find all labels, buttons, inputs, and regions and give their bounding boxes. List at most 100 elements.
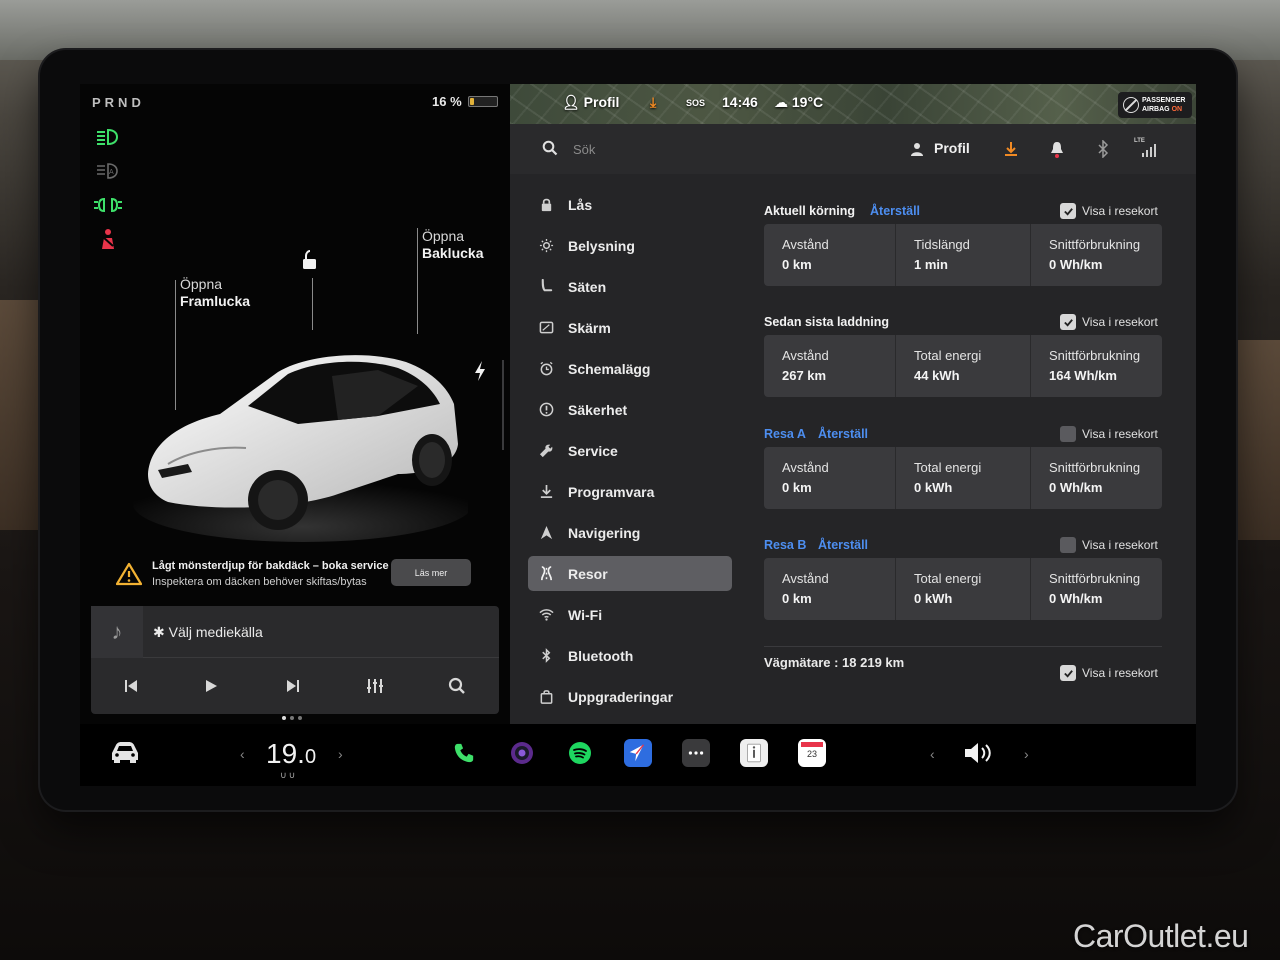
show-in-trip-card-checkbox[interactable] <box>1060 426 1076 442</box>
sos-indicator[interactable]: SOS <box>686 98 705 108</box>
previous-track-icon[interactable] <box>117 672 145 700</box>
nav-item-skärm[interactable]: Skärm <box>528 307 732 348</box>
odometer-divider <box>764 646 1162 647</box>
shopping-bag-icon <box>528 689 564 704</box>
nav-item-label: Wi-Fi <box>568 606 603 623</box>
nav-item-bluetooth[interactable]: Bluetooth <box>528 635 732 676</box>
odometer-show-toggle[interactable]: Visa i resekort <box>1060 665 1158 681</box>
nav-item-label: Service <box>568 442 618 459</box>
profile-button[interactable]: Profil <box>934 140 970 156</box>
nav-item-belysning[interactable]: Belysning <box>528 225 732 266</box>
stat-label: Tidslängd <box>914 237 970 252</box>
status-download-icon: ⤓ <box>650 94 657 110</box>
battery-icon <box>467 96 498 107</box>
touchscreen: PRND 16 % A Öppna Framlucka Öppna Bakluc… <box>80 84 1196 724</box>
unlock-icon[interactable] <box>300 250 320 270</box>
notification-bell-icon[interactable] <box>1046 138 1068 160</box>
reset-button[interactable]: Återställ <box>870 204 920 218</box>
trip-stat: Snittförbrukning 0 Wh/km <box>1031 224 1162 286</box>
section-current-drive: Aktuell körning Återställ Visa i resekort A… <box>764 203 1164 286</box>
stat-value: 0 km <box>782 480 812 495</box>
show-in-trip-card-toggle[interactable]: Visa i resekort <box>1060 426 1158 442</box>
trunk-open-label[interactable]: Öppna Baklucka <box>422 228 483 262</box>
phone-icon[interactable] <box>450 739 478 767</box>
next-track-icon[interactable] <box>279 672 307 700</box>
trip-stats-card: Avstånd 0 km Tidslängd 1 min Snittförbruknin… <box>764 224 1162 286</box>
calendar-day: 23 <box>806 749 817 759</box>
software-download-icon[interactable] <box>1000 138 1022 160</box>
bluetooth-status-icon[interactable] <box>1092 138 1114 160</box>
media-source-select[interactable]: ✱ Välj mediekälla <box>153 624 263 641</box>
media-search-icon[interactable] <box>443 672 471 700</box>
show-in-trip-card-checkbox[interactable] <box>1060 537 1076 553</box>
headlight-icon <box>94 126 122 148</box>
nav-item-wi-fi[interactable]: Wi-Fi <box>528 594 732 635</box>
reset-button[interactable]: Återställ <box>818 427 868 441</box>
person-icon: 👤︎ <box>562 94 580 110</box>
show-in-trip-card-toggle[interactable]: Visa i resekort <box>1060 537 1158 553</box>
music-note-icon: ♪ <box>91 606 143 658</box>
search-input[interactable]: Sök <box>573 142 595 157</box>
seat-heater-icon[interactable]: ∪∪ <box>280 770 297 781</box>
lock-icon <box>528 197 564 212</box>
alert-circle-icon <box>528 402 564 417</box>
stat-value: 0 Wh/km <box>1049 591 1103 606</box>
nav-item-uppgraderingar[interactable]: Uppgraderingar <box>528 676 732 717</box>
read-more-button[interactable]: Läs mer <box>391 559 471 586</box>
cabin-temperature[interactable]: 19.0 <box>266 738 316 770</box>
stat-value: 267 km <box>782 368 827 383</box>
wifi-icon <box>528 607 564 622</box>
charge-port-icon[interactable] <box>472 360 488 382</box>
nav-item-programvara[interactable]: Programvara <box>528 471 732 512</box>
volume-down-button[interactable]: ‹ <box>930 746 935 762</box>
show-in-trip-card-toggle[interactable]: Visa i resekort <box>1060 203 1158 219</box>
spotify-icon[interactable] <box>566 739 594 767</box>
section-header: Resa B Återställ Visa i resekort <box>764 537 1164 556</box>
download-icon <box>528 484 564 499</box>
panel-divider-handle[interactable] <box>502 360 504 450</box>
camera-icon[interactable] <box>508 739 536 767</box>
temperature-up-button[interactable]: › <box>338 746 343 762</box>
nav-item-service[interactable]: Service <box>528 430 732 471</box>
alert-title: Lågt mönsterdjup för bakdäck – boka serv… <box>152 560 389 572</box>
car-model-image <box>133 355 468 542</box>
show-in-trip-card-checkbox[interactable] <box>1060 203 1076 219</box>
nav-item-lås[interactable]: Lås <box>528 184 732 225</box>
nav-item-label: Navigering <box>568 524 641 541</box>
reset-button[interactable]: Återställ <box>818 538 868 552</box>
car-icon[interactable] <box>108 739 142 765</box>
equalizer-icon[interactable] <box>361 672 389 700</box>
volume-icon[interactable] <box>962 741 996 765</box>
odometer-checkbox[interactable] <box>1060 665 1076 681</box>
owners-manual-icon[interactable] <box>740 739 768 767</box>
media-source-row[interactable]: ♪ ✱ Välj mediekälla <box>91 606 499 658</box>
show-in-trip-card-checkbox[interactable] <box>1060 314 1076 330</box>
more-apps-icon[interactable] <box>682 739 710 767</box>
volume-up-button[interactable]: › <box>1024 746 1029 762</box>
trip-stat: Avstånd 0 km <box>764 447 896 509</box>
nav-item-säkerhet[interactable]: Säkerhet <box>528 389 732 430</box>
trip-stats-card: Avstånd 267 km Total energi 44 kWh Snittförb… <box>764 335 1162 397</box>
profile-icon[interactable] <box>906 138 928 160</box>
nav-item-navigering[interactable]: Navigering <box>528 512 732 553</box>
search-icon[interactable] <box>542 140 558 156</box>
section-trip-b: Resa B Återställ Visa i resekort Avstånd 0 k… <box>764 537 1164 620</box>
stat-label: Avstånd <box>782 460 829 475</box>
nav-item-resor[interactable]: Resor <box>528 556 732 591</box>
lte-signal-icon: LTE <box>1134 138 1156 160</box>
nav-item-schemalägg[interactable]: Schemalägg <box>528 348 732 389</box>
trip-stat: Snittförbrukning 164 Wh/km <box>1031 335 1162 397</box>
calendar-icon[interactable]: 23 <box>798 739 826 767</box>
stat-value: 0 Wh/km <box>1049 257 1103 272</box>
play-icon[interactable] <box>197 672 225 700</box>
temperature-down-button[interactable]: ‹ <box>240 746 245 762</box>
trip-stats-card: Avstånd 0 km Total energi 0 kWh Snittförbruk… <box>764 447 1162 509</box>
navigation-app-icon[interactable] <box>624 739 652 767</box>
frunk-open-label[interactable]: Öppna Framlucka <box>180 276 250 310</box>
section-title: Resa A <box>764 427 806 441</box>
stat-label: Total energi <box>914 460 982 475</box>
stat-label: Snittförbrukning <box>1049 460 1141 475</box>
nav-item-säten[interactable]: Säten <box>528 266 732 307</box>
status-profile[interactable]: 👤︎ Profil <box>562 94 619 111</box>
show-in-trip-card-toggle[interactable]: Visa i resekort <box>1060 314 1158 330</box>
